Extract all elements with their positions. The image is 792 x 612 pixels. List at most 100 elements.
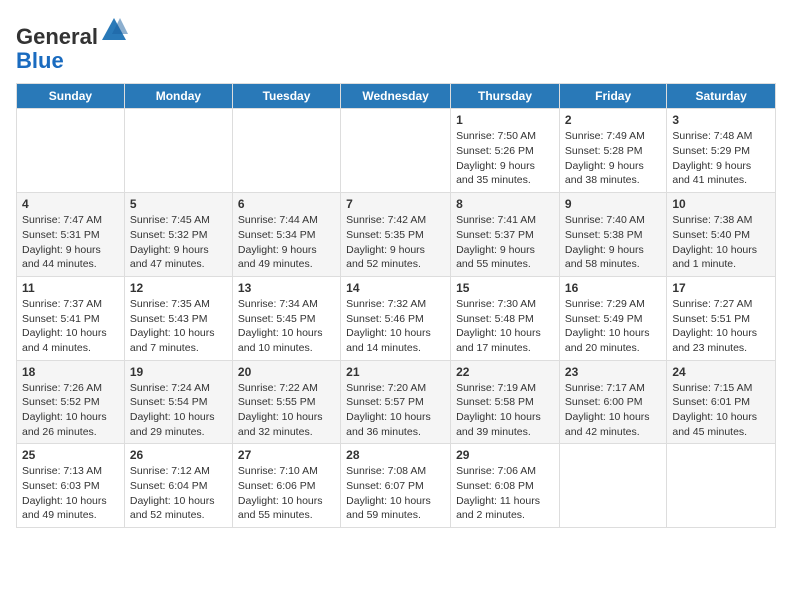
day-number: 12 [130,281,227,295]
calendar-cell: 20 Sunrise: 7:22 AM Sunset: 5:55 PM Dayli… [232,360,340,444]
calendar-cell: 10 Sunrise: 7:38 AM Sunset: 5:40 PM Dayli… [667,193,776,277]
calendar-table: SundayMondayTuesdayWednesdayThursdayFrid… [16,83,776,528]
calendar-cell: 24 Sunrise: 7:15 AM Sunset: 6:01 PM Dayli… [667,360,776,444]
calendar-cell: 4 Sunrise: 7:47 AM Sunset: 5:31 PM Daylig… [17,193,125,277]
calendar-cell [559,444,666,528]
calendar-cell: 5Sunrise: 7:45 AM Sunset: 5:32 PM Daylig… [124,193,232,277]
day-info: Sunrise: 7:37 AM Sunset: 5:41 PM Dayligh… [22,297,119,356]
calendar-cell: 26 Sunrise: 7:12 AM Sunset: 6:04 PM Dayli… [124,444,232,528]
calendar-cell [667,444,776,528]
day-info: Sunrise: 7:19 AM Sunset: 5:58 PM Dayligh… [456,381,554,440]
day-number: 3 [672,113,770,127]
calendar-cell: 12 Sunrise: 7:35 AM Sunset: 5:43 PM Dayli… [124,276,232,360]
day-number: 8 [456,197,554,211]
page-header: General Blue [16,16,776,73]
calendar-cell: 23 Sunrise: 7:17 AM Sunset: 6:00 PM Dayli… [559,360,666,444]
day-info: Sunrise: 7:24 AM Sunset: 5:54 PM Dayligh… [130,381,227,440]
day-info: Sunrise: 7:13 AM Sunset: 6:03 PM Dayligh… [22,464,119,523]
day-info: Sunrise: 7:50 AM Sunset: 5:26 PM Dayligh… [456,129,554,188]
col-header-sunday: Sunday [17,84,125,109]
day-number: 23 [565,365,661,379]
logo: General Blue [16,16,128,73]
col-header-saturday: Saturday [667,84,776,109]
day-info: Sunrise: 7:12 AM Sunset: 6:04 PM Dayligh… [130,464,227,523]
logo-icon [100,16,128,44]
day-info: Sunrise: 7:44 AM Sunset: 5:34 PM Dayligh… [238,213,335,272]
day-info: Sunrise: 7:47 AM Sunset: 5:31 PM Dayligh… [22,213,119,272]
calendar-cell: 18 Sunrise: 7:26 AM Sunset: 5:52 PM Dayli… [17,360,125,444]
calendar-cell [17,109,125,193]
day-info: Sunrise: 7:38 AM Sunset: 5:40 PM Dayligh… [672,213,770,272]
calendar-cell: 8 Sunrise: 7:41 AM Sunset: 5:37 PM Daylig… [451,193,560,277]
calendar-cell: 3 Sunrise: 7:48 AM Sunset: 5:29 PM Daylig… [667,109,776,193]
day-number: 15 [456,281,554,295]
day-info: Sunrise: 7:27 AM Sunset: 5:51 PM Dayligh… [672,297,770,356]
calendar-cell: 25Sunrise: 7:13 AM Sunset: 6:03 PM Dayli… [17,444,125,528]
day-info: Sunrise: 7:45 AM Sunset: 5:32 PM Dayligh… [130,213,227,272]
day-number: 6 [238,197,335,211]
calendar-cell: 16 Sunrise: 7:29 AM Sunset: 5:49 PM Dayli… [559,276,666,360]
day-number: 24 [672,365,770,379]
calendar-week-row: 1 Sunrise: 7:50 AM Sunset: 5:26 PM Daylig… [17,109,776,193]
day-info: Sunrise: 7:41 AM Sunset: 5:37 PM Dayligh… [456,213,554,272]
calendar-cell: 19 Sunrise: 7:24 AM Sunset: 5:54 PM Dayli… [124,360,232,444]
day-number: 28 [346,448,445,462]
day-info: Sunrise: 7:32 AM Sunset: 5:46 PM Dayligh… [346,297,445,356]
day-number: 27 [238,448,335,462]
calendar-week-row: 25Sunrise: 7:13 AM Sunset: 6:03 PM Dayli… [17,444,776,528]
day-number: 26 [130,448,227,462]
calendar-cell [124,109,232,193]
calendar-cell: 28Sunrise: 7:08 AM Sunset: 6:07 PM Dayli… [341,444,451,528]
day-info: Sunrise: 7:30 AM Sunset: 5:48 PM Dayligh… [456,297,554,356]
day-number: 11 [22,281,119,295]
calendar-cell: 6 Sunrise: 7:44 AM Sunset: 5:34 PM Daylig… [232,193,340,277]
day-info: Sunrise: 7:48 AM Sunset: 5:29 PM Dayligh… [672,129,770,188]
day-info: Sunrise: 7:34 AM Sunset: 5:45 PM Dayligh… [238,297,335,356]
calendar-cell: 15 Sunrise: 7:30 AM Sunset: 5:48 PM Dayli… [451,276,560,360]
day-info: Sunrise: 7:49 AM Sunset: 5:28 PM Dayligh… [565,129,661,188]
day-number: 20 [238,365,335,379]
col-header-thursday: Thursday [451,84,560,109]
day-number: 14 [346,281,445,295]
day-info: Sunrise: 7:22 AM Sunset: 5:55 PM Dayligh… [238,381,335,440]
day-info: Sunrise: 7:35 AM Sunset: 5:43 PM Dayligh… [130,297,227,356]
day-number: 4 [22,197,119,211]
day-number: 19 [130,365,227,379]
calendar-cell: 13 Sunrise: 7:34 AM Sunset: 5:45 PM Dayli… [232,276,340,360]
col-header-wednesday: Wednesday [341,84,451,109]
calendar-cell: 7 Sunrise: 7:42 AM Sunset: 5:35 PM Daylig… [341,193,451,277]
calendar-cell: 11 Sunrise: 7:37 AM Sunset: 5:41 PM Dayli… [17,276,125,360]
day-info: Sunrise: 7:10 AM Sunset: 6:06 PM Dayligh… [238,464,335,523]
day-info: Sunrise: 7:17 AM Sunset: 6:00 PM Dayligh… [565,381,661,440]
day-number: 29 [456,448,554,462]
day-number: 13 [238,281,335,295]
day-number: 21 [346,365,445,379]
calendar-cell: 2Sunrise: 7:49 AM Sunset: 5:28 PM Daylig… [559,109,666,193]
col-header-tuesday: Tuesday [232,84,340,109]
day-info: Sunrise: 7:42 AM Sunset: 5:35 PM Dayligh… [346,213,445,272]
day-number: 17 [672,281,770,295]
calendar-week-row: 4 Sunrise: 7:47 AM Sunset: 5:31 PM Daylig… [17,193,776,277]
logo-blue-text: Blue [16,48,64,73]
calendar-cell: 1 Sunrise: 7:50 AM Sunset: 5:26 PM Daylig… [451,109,560,193]
day-info: Sunrise: 7:20 AM Sunset: 5:57 PM Dayligh… [346,381,445,440]
day-number: 18 [22,365,119,379]
day-number: 1 [456,113,554,127]
day-number: 16 [565,281,661,295]
calendar-cell [232,109,340,193]
calendar-cell: 29Sunrise: 7:06 AM Sunset: 6:08 PM Dayli… [451,444,560,528]
day-number: 9 [565,197,661,211]
logo-general-text: General [16,24,98,49]
col-header-monday: Monday [124,84,232,109]
col-header-friday: Friday [559,84,666,109]
day-info: Sunrise: 7:29 AM Sunset: 5:49 PM Dayligh… [565,297,661,356]
calendar-week-row: 18 Sunrise: 7:26 AM Sunset: 5:52 PM Dayli… [17,360,776,444]
day-info: Sunrise: 7:26 AM Sunset: 5:52 PM Dayligh… [22,381,119,440]
calendar-header-row: SundayMondayTuesdayWednesdayThursdayFrid… [17,84,776,109]
calendar-cell [341,109,451,193]
day-number: 7 [346,197,445,211]
day-info: Sunrise: 7:15 AM Sunset: 6:01 PM Dayligh… [672,381,770,440]
calendar-cell: 22Sunrise: 7:19 AM Sunset: 5:58 PM Dayli… [451,360,560,444]
calendar-cell: 27 Sunrise: 7:10 AM Sunset: 6:06 PM Dayli… [232,444,340,528]
day-number: 10 [672,197,770,211]
